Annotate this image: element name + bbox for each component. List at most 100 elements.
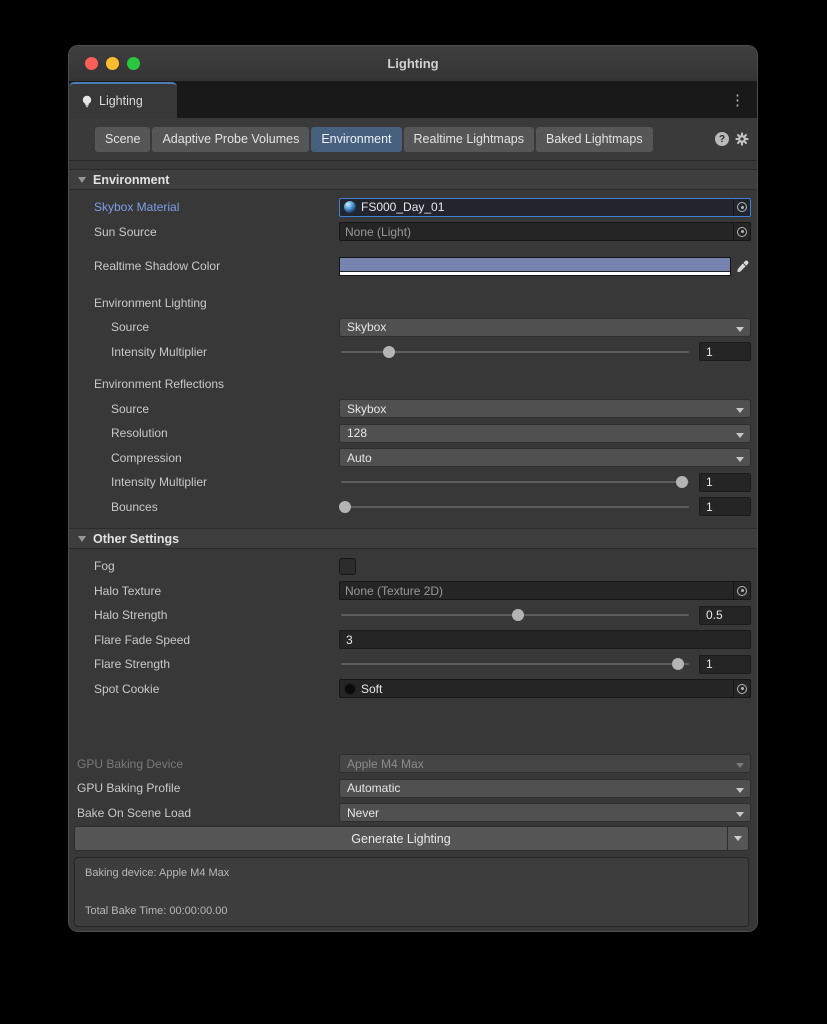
section-environment[interactable]: Environment (69, 169, 757, 190)
slider-handle[interactable] (676, 476, 688, 488)
tab-baked-lightmaps[interactable]: Baked Lightmaps (536, 127, 653, 152)
object-picker-icon (737, 202, 747, 212)
row-environment-lighting: Environment Lighting (69, 291, 757, 316)
sun-source-object-picker[interactable] (733, 223, 750, 240)
material-sphere-icon (344, 201, 356, 213)
compression-value: Auto (347, 451, 372, 465)
row-env-lighting-source: Source Skybox (69, 315, 757, 340)
chevron-down-icon (736, 763, 744, 768)
skybox-material-object-picker[interactable] (733, 199, 750, 216)
tab-adaptive-probe-volumes[interactable]: Adaptive Probe Volumes (152, 127, 309, 152)
row-env-lighting-intensity: Intensity Multiplier 1 (69, 340, 757, 365)
shadow-color-alpha-bar (340, 271, 730, 275)
row-gpu-baking-profile: GPU Baking Profile Automatic (69, 776, 757, 801)
row-sun-source: Sun Source None (Light) (69, 220, 757, 245)
row-realtime-shadow-color: Realtime Shadow Color (69, 254, 757, 279)
halo-strength-value[interactable]: 0.5 (699, 606, 751, 625)
tab-scene[interactable]: Scene (95, 127, 150, 152)
kebab-menu-icon[interactable]: ⋮ (730, 82, 745, 118)
row-env-reflections-source: Source Skybox (69, 397, 757, 422)
env-lighting-intensity-value[interactable]: 1 (699, 342, 751, 361)
env-reflections-source-value: Skybox (347, 402, 386, 416)
bake-on-scene-load-dropdown[interactable]: Never (339, 803, 751, 822)
row-environment-reflections: Environment Reflections (69, 372, 757, 397)
gpu-baking-device-label: GPU Baking Device (69, 757, 339, 771)
tab-realtime-lightmaps[interactable]: Realtime Lightmaps (404, 127, 534, 152)
bounces-value[interactable]: 1 (699, 497, 751, 516)
env-lighting-source-label: Source (69, 320, 339, 334)
row-bounces: Bounces 1 (69, 495, 757, 520)
row-spot-cookie: Spot Cookie Soft (69, 677, 757, 702)
sun-source-label: Sun Source (69, 225, 339, 239)
slider-track (341, 663, 689, 665)
gpu-baking-profile-dropdown[interactable]: Automatic (339, 779, 751, 798)
env-reflections-intensity-slider[interactable] (339, 473, 691, 492)
total-bake-time: Total Bake Time: 00:00:00.00 (85, 905, 738, 917)
bake-status-box: Baking device: Apple M4 Max Total Bake T… (74, 857, 749, 927)
cookie-texture-icon (344, 683, 356, 695)
resolution-value: 128 (347, 426, 367, 440)
env-reflections-source-label: Source (69, 402, 339, 416)
tab-environment[interactable]: Environment (311, 127, 401, 152)
skybox-material-value: FS000_Day_01 (356, 200, 733, 214)
shadow-color-value (340, 258, 730, 271)
slider-handle[interactable] (672, 658, 684, 670)
tab-lighting[interactable]: Lighting (69, 82, 177, 118)
row-skybox-material: Skybox Material FS000_Day_01 (69, 195, 757, 220)
fog-checkbox[interactable] (339, 558, 356, 575)
shadow-color-swatch[interactable] (339, 257, 731, 276)
chevron-down-icon (736, 457, 744, 462)
flare-fade-speed-input[interactable]: 3 (339, 630, 751, 649)
realtime-shadow-color-label: Realtime Shadow Color (69, 259, 339, 273)
sun-source-field[interactable]: None (Light) (339, 222, 751, 241)
baking-controls: GPU Baking Device Apple M4 Max GPU Bakin… (69, 752, 757, 928)
chevron-down-icon (736, 327, 744, 332)
slider-handle[interactable] (383, 346, 395, 358)
close-button[interactable] (85, 57, 98, 70)
help-icon[interactable]: ? (715, 132, 729, 146)
flare-strength-slider[interactable] (339, 655, 691, 674)
generate-lighting-dropdown-button[interactable] (727, 826, 749, 851)
lighting-window: Lighting Lighting ⋮ Scene Adaptive Probe… (68, 45, 758, 932)
env-lighting-intensity-slider[interactable] (339, 342, 691, 361)
halo-texture-object-picker[interactable] (733, 582, 750, 599)
generate-lighting-button[interactable]: Generate Lighting (74, 826, 727, 851)
traffic-lights (85, 46, 140, 81)
section-other-settings-title: Other Settings (93, 532, 179, 546)
flare-strength-value[interactable]: 1 (699, 655, 751, 674)
row-flare-fade-speed: Flare Fade Speed 3 (69, 628, 757, 653)
resolution-dropdown[interactable]: 128 (339, 424, 751, 443)
halo-texture-field[interactable]: None (Texture 2D) (339, 581, 751, 600)
slider-handle[interactable] (339, 501, 351, 513)
zoom-button[interactable] (127, 57, 140, 70)
gear-icon[interactable] (735, 132, 749, 146)
section-other-settings[interactable]: Other Settings (69, 528, 757, 549)
compression-dropdown[interactable]: Auto (339, 448, 751, 467)
minimize-button[interactable] (106, 57, 119, 70)
object-picker-icon (737, 227, 747, 237)
row-halo-strength: Halo Strength 0.5 (69, 603, 757, 628)
env-lighting-source-dropdown[interactable]: Skybox (339, 318, 751, 337)
skybox-material-label: Skybox Material (69, 200, 339, 214)
env-reflections-source-dropdown[interactable]: Skybox (339, 399, 751, 418)
env-reflections-intensity-value[interactable]: 1 (699, 473, 751, 492)
window-title: Lighting (387, 56, 438, 71)
compression-label: Compression (69, 451, 339, 465)
skybox-material-field[interactable]: FS000_Day_01 (339, 198, 751, 217)
spot-cookie-object-picker[interactable] (733, 680, 750, 697)
chevron-down-icon (736, 812, 744, 817)
eyedropper-icon[interactable] (734, 257, 751, 276)
halo-strength-slider[interactable] (339, 606, 691, 625)
chevron-down-icon (736, 433, 744, 438)
dock-tab-bar: Lighting ⋮ (69, 82, 757, 118)
bounces-slider[interactable] (339, 497, 691, 516)
resolution-label: Resolution (69, 426, 339, 440)
environment-reflections-label: Environment Reflections (69, 377, 339, 391)
slider-track (341, 481, 689, 483)
gpu-baking-profile-value: Automatic (347, 781, 400, 795)
row-gpu-baking-device: GPU Baking Device Apple M4 Max (69, 752, 757, 777)
tab-label: Lighting (99, 94, 143, 108)
spot-cookie-field[interactable]: Soft (339, 679, 751, 698)
slider-handle[interactable] (512, 609, 524, 621)
disclosure-triangle-icon (78, 177, 86, 183)
